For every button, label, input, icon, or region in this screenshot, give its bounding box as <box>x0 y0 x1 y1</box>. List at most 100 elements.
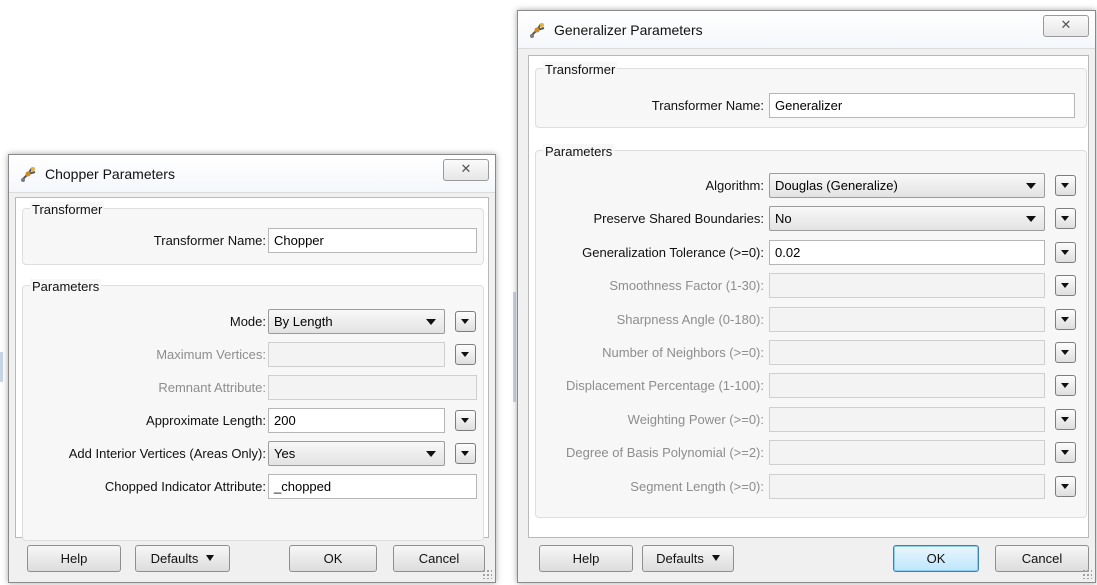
number-of-neighbors-menu-button[interactable] <box>1055 342 1076 363</box>
chopped-indicator-attribute-input[interactable]: _chopped <box>268 474 477 499</box>
resize-grip[interactable] <box>1082 569 1092 579</box>
degree-of-basis-polynomial-input <box>769 440 1045 465</box>
algorithm-menu-button[interactable] <box>1055 175 1076 196</box>
sharpness-angle-input <box>769 307 1045 332</box>
generalizer-title: Generalizer Parameters <box>554 22 703 38</box>
algorithm-select[interactable]: Douglas (Generalize) <box>769 173 1045 198</box>
remnant-attribute-input <box>268 375 477 400</box>
add-interior-vertices-select[interactable]: Yes <box>268 441 445 466</box>
transformer-name-input[interactable]: Generalizer <box>769 93 1075 118</box>
chevron-down-icon <box>426 319 436 325</box>
chevron-down-icon <box>461 418 469 423</box>
help-button[interactable]: Help <box>27 545 121 572</box>
number-of-neighbors-input <box>769 340 1045 365</box>
chopper-title: Chopper Parameters <box>45 166 175 182</box>
chevron-down-icon <box>461 352 469 357</box>
weighting-power-label: Weighting Power (>=0): <box>627 412 764 427</box>
mode-label: Mode: <box>229 314 266 329</box>
chevron-down-icon <box>1026 216 1036 222</box>
generalization-tolerance-label: Generalization Tolerance (>=0): <box>582 245 764 260</box>
displacement-percentage-input <box>769 373 1045 398</box>
cancel-button[interactable]: Cancel <box>393 545 485 572</box>
chevron-down-icon <box>1061 216 1069 221</box>
defaults-button[interactable]: Defaults <box>642 545 734 572</box>
close-button[interactable]: ✕ <box>443 159 489 181</box>
chevron-down-icon <box>1026 183 1036 189</box>
close-icon: ✕ <box>460 162 472 177</box>
maximum-vertices-menu-button[interactable] <box>455 344 476 365</box>
defaults-button[interactable]: Defaults <box>135 545 230 572</box>
maximum-vertices-input <box>268 342 445 367</box>
maximum-vertices-label: Maximum Vertices: <box>156 347 266 362</box>
transformer-name-label: Transformer Name: <box>153 233 266 248</box>
segment-length-menu-button[interactable] <box>1055 476 1076 497</box>
chopper-dialog: Chopper Parameters ✕ Transformer Transfo… <box>8 154 496 583</box>
chopped-indicator-attribute-label: Chopped Indicator Attribute: <box>104 479 266 494</box>
chevron-down-icon <box>1061 350 1069 355</box>
weighting-power-input <box>769 407 1045 432</box>
chevron-down-icon <box>711 555 720 561</box>
displacement-percentage-menu-button[interactable] <box>1055 375 1076 396</box>
mode-menu-button[interactable] <box>455 311 476 332</box>
parameters-group-title: Parameters <box>30 279 102 294</box>
preserve-shared-boundaries-menu-button[interactable] <box>1055 208 1076 229</box>
segment-length-label: Segment Length (>=0): <box>630 479 764 494</box>
sharpness-angle-label: Sharpness Angle (0-180): <box>616 312 764 327</box>
transformer-group-title: Transformer <box>30 202 105 217</box>
background-window-edge <box>0 352 3 382</box>
chevron-down-icon <box>1061 283 1069 288</box>
preserve-shared-boundaries-value: No <box>775 211 792 226</box>
chevron-down-icon <box>1061 450 1069 455</box>
chevron-down-icon <box>1061 383 1069 388</box>
cancel-button[interactable]: Cancel <box>995 545 1089 572</box>
algorithm-label: Algorithm: <box>705 178 764 193</box>
generalizer-titlebar[interactable]: Generalizer Parameters ✕ <box>518 11 1095 49</box>
generalization-tolerance-menu-button[interactable] <box>1055 242 1076 263</box>
degree-of-basis-polynomial-menu-button[interactable] <box>1055 442 1076 463</box>
chopper-body: Transformer Transformer Name: Chopper Pa… <box>15 197 489 541</box>
chevron-down-icon <box>461 319 469 324</box>
remnant-attribute-label: Remnant Attribute: <box>158 380 266 395</box>
chevron-down-icon <box>461 451 469 456</box>
approximate-length-menu-button[interactable] <box>455 410 476 431</box>
transformer-app-icon <box>21 167 36 182</box>
chevron-down-icon <box>1061 317 1069 322</box>
chevron-down-icon <box>1061 250 1069 255</box>
transformer-group-title: Transformer <box>543 62 618 77</box>
preserve-shared-boundaries-label: Preserve Shared Boundaries: <box>593 211 764 226</box>
degree-of-basis-polynomial-label: Degree of Basis Polynomial (>=2): <box>566 445 764 460</box>
mode-value: By Length <box>274 314 333 329</box>
add-interior-vertices-value: Yes <box>274 446 296 461</box>
close-button[interactable]: ✕ <box>1043 15 1089 37</box>
ok-button[interactable]: OK <box>893 545 979 572</box>
background-window-edge <box>513 292 516 402</box>
approximate-length-label: Approximate Length: <box>146 413 266 428</box>
close-icon: ✕ <box>1060 18 1072 33</box>
chevron-down-icon <box>1061 183 1069 188</box>
defaults-button-label: Defaults <box>656 551 704 566</box>
mode-select[interactable]: By Length <box>268 309 445 334</box>
generalizer-dialog: Generalizer Parameters ✕ Transformer Tra… <box>517 10 1096 583</box>
chopper-titlebar[interactable]: Chopper Parameters ✕ <box>9 155 495 193</box>
add-interior-vertices-menu-button[interactable] <box>455 443 476 464</box>
help-button[interactable]: Help <box>539 545 633 572</box>
sharpness-angle-menu-button[interactable] <box>1055 309 1076 330</box>
generalization-tolerance-input[interactable]: 0.02 <box>769 240 1045 265</box>
ok-button[interactable]: OK <box>289 545 377 572</box>
algorithm-value: Douglas (Generalize) <box>775 178 898 193</box>
transformer-name-input[interactable]: Chopper <box>268 228 477 253</box>
chevron-down-icon <box>206 555 215 561</box>
approximate-length-input[interactable]: 200 <box>268 408 445 433</box>
parameters-group-title: Parameters <box>543 144 615 159</box>
resize-grip[interactable] <box>482 569 492 579</box>
smoothness-factor-menu-button[interactable] <box>1055 275 1076 296</box>
transformer-app-icon <box>530 23 545 38</box>
chevron-down-icon <box>426 451 436 457</box>
number-of-neighbors-label: Number of Neighbors (>=0): <box>602 345 764 360</box>
preserve-shared-boundaries-select[interactable]: No <box>769 206 1045 231</box>
displacement-percentage-label: Displacement Percentage (1-100): <box>566 378 764 393</box>
transformer-name-label: Transformer Name: <box>651 98 764 113</box>
smoothness-factor-label: Smoothness Factor (1-30): <box>609 278 764 293</box>
defaults-button-label: Defaults <box>150 551 199 566</box>
weighting-power-menu-button[interactable] <box>1055 409 1076 430</box>
